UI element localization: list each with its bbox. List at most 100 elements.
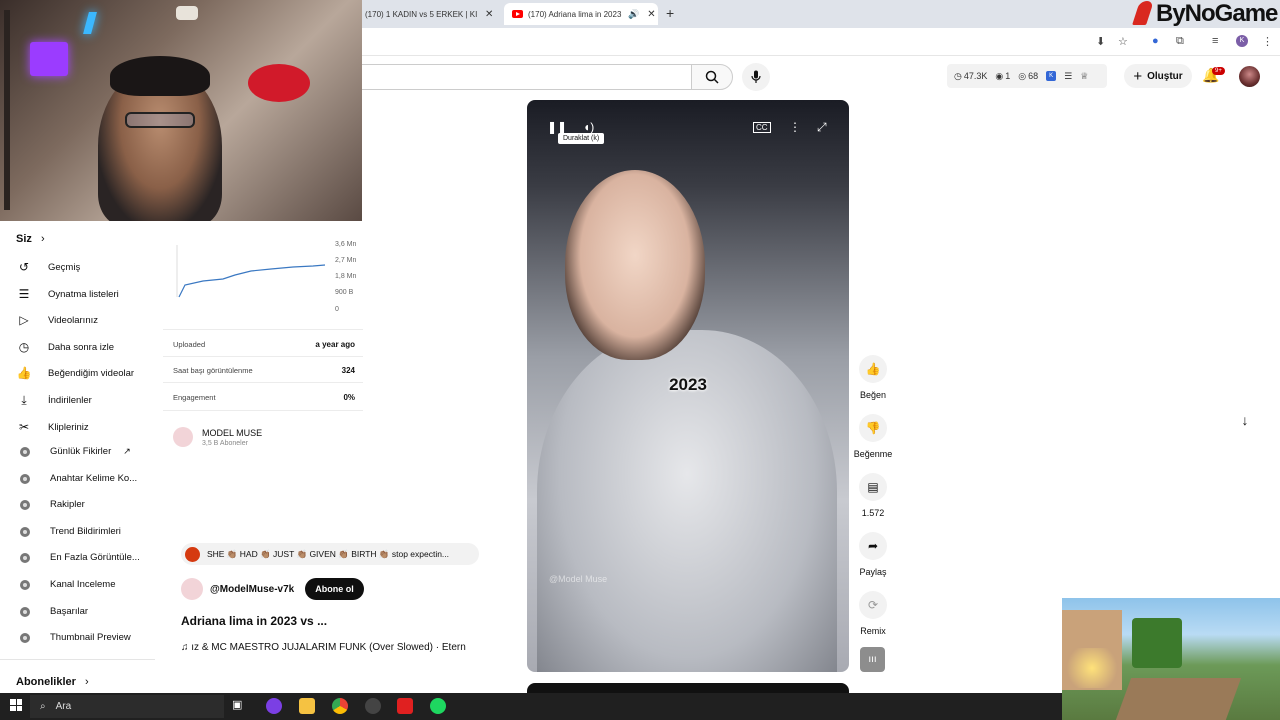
media-icon[interactable]: ≡ — [1212, 35, 1218, 47]
channel-card[interactable]: MODEL MUSE 3,5 B Aboneler — [173, 427, 262, 447]
create-button[interactable]: + Oluştur — [1124, 64, 1192, 88]
music-track[interactable]: ♫ ız & MC MAESTRO JUJALARIM FUNK (Over S… — [181, 642, 481, 653]
sidebar-item-label: En Fazla Görüntüle... — [50, 552, 140, 563]
captions-icon[interactable]: CC — [753, 122, 771, 133]
stat-a: 1 — [1005, 71, 1011, 81]
list-icon: ☰ — [1064, 70, 1073, 81]
close-icon[interactable]: ✕ — [647, 9, 655, 20]
sidebar-item-label: Trend Bildirimleri — [50, 526, 121, 537]
sidebar-item-watch-later[interactable]: ◷ Daha sonra izle — [16, 339, 114, 355]
voice-search-button[interactable] — [742, 63, 770, 91]
sidebar-ext-competitors[interactable]: Rakipler — [16, 499, 85, 510]
sidebar-item-label: Rakipler — [50, 499, 85, 510]
close-icon[interactable]: ✕ — [485, 9, 493, 20]
related-title: SHE 👏🏽 HAD 👏🏽 JUST 👏🏽 GIVEN 👏🏽 BIRTH 👏🏽 … — [207, 548, 450, 559]
youtube-icon[interactable] — [397, 698, 413, 714]
audio-track-button[interactable]: ııı — [860, 647, 885, 672]
puzzle-icon[interactable]: ⧉ — [1176, 35, 1184, 48]
thumbs-up-icon: 👍 — [859, 355, 887, 383]
extension-icon — [20, 499, 30, 510]
extension-icon — [20, 526, 30, 537]
fullscreen-icon[interactable]: ⤢ — [817, 120, 827, 135]
avatar[interactable] — [1239, 66, 1260, 87]
remix-button[interactable]: ⟳ Remix — [851, 591, 895, 636]
chrome-icon[interactable] — [332, 698, 348, 714]
menu-icon[interactable]: ⋮ — [1262, 35, 1273, 48]
extension-icon — [20, 552, 30, 563]
speaker-icon[interactable]: 🔊 — [628, 9, 639, 20]
task-view-icon[interactable]: ▣ — [232, 698, 248, 714]
sidebar-item-clips[interactable]: ✂ Klipleriniz — [16, 419, 89, 435]
related-video-chip[interactable]: SHE 👏🏽 HAD 👏🏽 JUST 👏🏽 GIVEN 👏🏽 BIRTH 👏🏽 … — [181, 543, 479, 565]
eye-icon: ◎ — [1018, 70, 1027, 81]
sidebar-ext-trend-alerts[interactable]: Trend Bildirimleri — [16, 526, 121, 537]
spotify-icon[interactable] — [430, 698, 446, 714]
sidebar-item-downloads[interactable]: ⤓ İndirilenler — [16, 392, 91, 408]
video-title[interactable]: Adriana lima in 2023 vs ... — [181, 614, 327, 628]
youtube-icon — [512, 10, 523, 18]
plus-icon: + — [1133, 67, 1143, 85]
folder-icon[interactable] — [299, 698, 315, 714]
next-arrow-button[interactable]: ↓ — [1233, 412, 1257, 436]
sidebar-ext-achievements[interactable]: Başarılar — [16, 606, 88, 617]
sidebar-ext-keywords[interactable]: Anahtar Kelime Ko... — [16, 473, 137, 484]
extension-icon[interactable]: ● — [1152, 35, 1159, 47]
dislike-button[interactable]: 👎 Beğenme — [851, 414, 895, 459]
sidebar-item-liked[interactable]: 👍 Beğendiğim videolar — [16, 365, 135, 381]
windows-start-icon[interactable] — [10, 699, 22, 711]
subscribe-button[interactable]: Abone ol — [305, 578, 364, 600]
sidebar-ext-thumbnail-preview[interactable]: Thumbnail Preview — [16, 632, 131, 643]
remix-icon: ⟳ — [859, 591, 887, 619]
address-bar[interactable] — [362, 28, 1280, 56]
tab-previous[interactable]: (170) 1 KADIN vs 5 ERKEK | KIYA ✕ — [362, 3, 502, 25]
shorts-video-player[interactable]: 2023 @Model Muse ❚❚ ◖) Duraklat (k) CC ⋮… — [527, 100, 849, 672]
brand-name: ByNoGame — [1156, 0, 1278, 27]
sidebar-ext-channel-review[interactable]: Kanal Inceleme — [16, 579, 115, 590]
sidebar-you-header[interactable]: Siz › — [16, 233, 45, 245]
sidebar-item-history[interactable]: ↺ Geçmiş — [16, 259, 80, 275]
channel-handle[interactable]: @ModelMuse-v7k — [210, 584, 294, 595]
search-input[interactable] — [362, 64, 692, 90]
obs-icon[interactable] — [365, 698, 381, 714]
install-icon[interactable]: ⬇ — [1096, 35, 1105, 48]
sidebar-item-your-videos[interactable]: ▷ Videolarınız — [16, 312, 98, 328]
sidebar-ext-most-viewed[interactable]: En Fazla Görüntüle... — [16, 552, 140, 563]
tick-label: 1,8 Mn — [335, 273, 357, 280]
chevron-right-icon: › — [84, 676, 89, 688]
channel-avatar[interactable] — [181, 578, 203, 600]
sidebar-item-label: Videolarınız — [48, 314, 98, 326]
sidebar-item-label: Thumbnail Preview — [50, 632, 131, 643]
sidebar-item-label: Geçmiş — [48, 261, 81, 273]
video-icon: ▷ — [19, 313, 29, 327]
sidebar-item-playlists[interactable]: ☰ Oynatma listeleri — [16, 286, 119, 302]
gameplay-overlay — [1062, 598, 1280, 720]
like-button[interactable]: 👍 Beğen — [851, 355, 895, 400]
dislike-label: Beğenme — [853, 449, 893, 459]
search-icon — [705, 70, 719, 84]
divider — [163, 410, 363, 411]
tab-active[interactable]: (170) Adriana lima in 2023 🔊 ✕ — [504, 3, 658, 25]
pause-icon[interactable]: ❚❚ — [547, 120, 567, 134]
discord-icon[interactable] — [266, 698, 282, 714]
tick-label: 3,6 Mn — [335, 241, 357, 248]
sidebar-item-label: Daha sonra izle — [48, 341, 115, 353]
star-icon[interactable]: ☆ — [1118, 35, 1128, 48]
share-icon: ➦ — [859, 532, 887, 560]
comments-button[interactable]: ▤ 1.572 — [851, 473, 895, 518]
new-tab-button[interactable]: + — [666, 5, 674, 21]
stat-row-uploaded: Uploaded a year ago — [173, 340, 355, 349]
more-icon[interactable]: ⋮ — [789, 120, 801, 134]
divider — [163, 382, 363, 383]
external-link-icon: ↗ — [123, 446, 131, 456]
volume-icon[interactable]: ◖) — [583, 120, 594, 134]
divider — [163, 356, 363, 357]
extension-icon — [20, 579, 30, 590]
sidebar-ext-daily-ideas[interactable]: Günlük Fikirler ↗ — [16, 446, 131, 457]
taskbar-search[interactable]: ⌕ Ara — [30, 695, 224, 718]
trophy-icon: ♕ — [1080, 70, 1089, 81]
share-button[interactable]: ➦ Paylaş — [851, 532, 895, 577]
profile-icon[interactable]: K — [1236, 35, 1248, 47]
extension-stats[interactable]: ◷ 47.3K ◉ 1 ◎ 68 K ☰ ♕ — [947, 64, 1107, 88]
search-button[interactable] — [691, 64, 733, 90]
sidebar-subscriptions-header[interactable]: Abonelikler › — [16, 676, 89, 688]
